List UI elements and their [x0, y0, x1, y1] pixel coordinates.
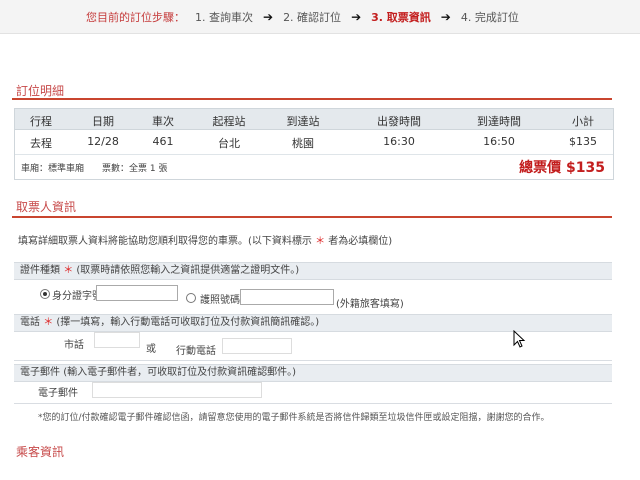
- mobile-phone-input[interactable]: [222, 338, 292, 354]
- required-star: ＊: [43, 317, 54, 328]
- table-cell: 桃園: [292, 137, 314, 150]
- table-header: 行程 日期 車次 起程站 到達站 出發時間 到達時間 小計: [15, 109, 613, 130]
- total-value: $135: [566, 160, 605, 176]
- email-desc: (輸入電子郵件者，可收取訂位及付款資訊確認郵件。): [63, 367, 296, 378]
- note-text: 填寫詳細取票人資料將能協助您順利取得您的車票。(以下資料標示: [18, 236, 312, 247]
- col-header: 日期: [92, 115, 114, 128]
- id-type-desc: (取票時請依照您輸入之資訊提供適當之證明文件。): [76, 265, 300, 276]
- col-header: 到達站: [286, 115, 320, 128]
- total-label: 總票價: [519, 160, 562, 176]
- required-star: ＊: [63, 265, 74, 276]
- id-option-passport: 護照號碼: [200, 295, 240, 306]
- col-header: 出發時間: [377, 115, 421, 128]
- arrow-right-icon: ➔: [440, 9, 451, 24]
- col-header: 車次: [152, 115, 174, 128]
- id-radio-national-id[interactable]: [40, 289, 50, 299]
- phone-desc: (擇一填寫，輸入行動電話可收取訂位及付款資訊簡訊確認。): [56, 317, 320, 328]
- email-input[interactable]: [92, 382, 262, 398]
- note-tail: 者為必填欄位): [328, 236, 393, 247]
- step-3: 3. 取票資訊: [371, 10, 431, 24]
- or-label: 或: [146, 344, 156, 355]
- home-phone-input[interactable]: [94, 332, 140, 348]
- id-option-national: 身分證字號: [52, 291, 102, 302]
- table-cell: 461: [152, 135, 174, 148]
- col-header: 小計: [572, 115, 594, 128]
- col-header: 行程: [30, 115, 52, 128]
- table-cell: $135: [569, 135, 597, 148]
- step-1: 1. 查詢車次: [195, 10, 253, 24]
- table-cell: 去程: [30, 137, 52, 150]
- booking-page: 您目前的訂位步驟： 1. 查詢車次 ➔ 2. 確認訂位 ➔ 3. 取票資訊 ➔ …: [0, 0, 640, 480]
- home-phone-label: 市話: [64, 340, 84, 351]
- mouse-cursor-icon: [513, 330, 526, 348]
- required-note: 填寫詳細取票人資料將能協助您順利取得您的車票。(以下資料標示 ＊ 者為必填欄位): [18, 232, 392, 247]
- steps-label: 您目前的訂位步驟：: [86, 10, 185, 24]
- email-field-label: 電子郵件: [38, 388, 78, 399]
- ticket-holder-title: 取票人資訊: [16, 200, 77, 214]
- car-ticket-summary: 車廂：標準車廂 票數：全票 1 張: [21, 164, 168, 174]
- table-cell: 12/28: [87, 135, 119, 148]
- steps-bar: 您目前的訂位步驟： 1. 查詢車次 ➔ 2. 確認訂位 ➔ 3. 取票資訊 ➔ …: [0, 0, 640, 34]
- id-type-band: 證件種類 ＊ (取票時請依照您輸入之資訊提供適當之證明文件。): [14, 262, 612, 280]
- passport-input[interactable]: [240, 289, 334, 305]
- arrow-right-icon: ➔: [351, 9, 362, 24]
- phone-label: 電話: [20, 317, 40, 328]
- passport-hint: (外籍旅客填寫): [336, 299, 404, 310]
- table-cell: 16:30: [383, 135, 415, 148]
- arrow-right-icon: ➔: [263, 9, 274, 24]
- col-header: 到達時間: [477, 115, 521, 128]
- national-id-input[interactable]: [96, 285, 178, 301]
- row-divider: [14, 360, 612, 361]
- email-label: 電子郵件: [20, 367, 60, 378]
- table-footer: 車廂：標準車廂 票數：全票 1 張 總票價 $135: [15, 154, 613, 179]
- step-4: 4. 完成訂位: [460, 10, 519, 24]
- table-cell: 16:50: [483, 135, 515, 148]
- ticket-holder-divider: [12, 216, 612, 218]
- mobile-phone-label: 行動電話: [176, 346, 216, 357]
- order-details-divider: [12, 98, 612, 100]
- row-divider: [14, 403, 612, 404]
- passenger-info-title: 乘客資訊: [16, 445, 65, 459]
- table-cell: 台北: [218, 137, 240, 150]
- email-band: 電子郵件 (輸入電子郵件者，可收取訂位及付款資訊確認郵件。): [14, 364, 612, 382]
- email-notice: *您的訂位/付款確認電子郵件確認信函，請留意您使用的電子郵件系統是否將信件歸類至…: [38, 413, 550, 423]
- id-radio-passport[interactable]: [186, 293, 196, 303]
- order-details-title: 訂位明細: [16, 84, 65, 98]
- col-header: 起程站: [212, 115, 246, 128]
- total-price: 總票價 $135: [519, 157, 605, 177]
- itinerary-table: 行程 日期 車次 起程站 到達站 出發時間 到達時間 小計 去程 12/28 4…: [14, 108, 614, 180]
- required-star: ＊: [315, 236, 326, 247]
- id-type-label: 證件種類: [20, 265, 60, 276]
- step-2: 2. 確認訂位: [283, 10, 342, 24]
